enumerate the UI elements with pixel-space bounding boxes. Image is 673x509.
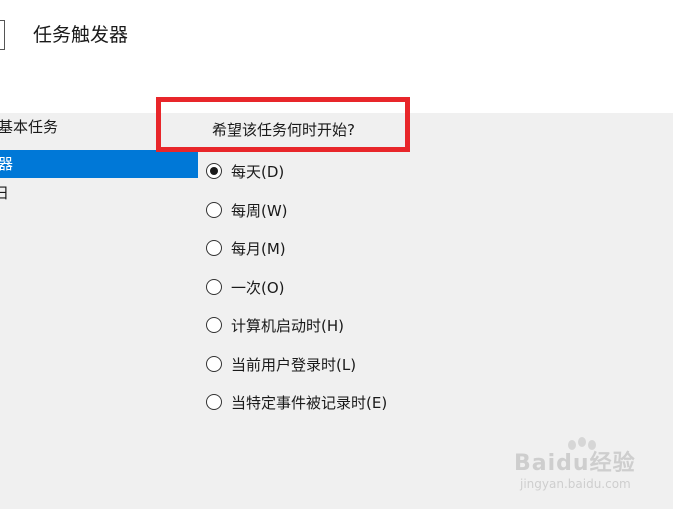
nav-item-label: 器 [0, 155, 14, 173]
radio-button[interactable] [206, 202, 222, 218]
radio-button[interactable] [206, 394, 222, 410]
radio-label: 一次(O) [231, 278, 285, 297]
radio-label: 每周(W) [231, 201, 288, 220]
radio-label: 当前用户登录时(L) [231, 355, 357, 374]
app-icon [0, 20, 5, 50]
page-title: 任务触发器 [33, 24, 129, 46]
watermark: Baidu经验 jingyan.baidu.com [514, 437, 654, 497]
radio-weekly[interactable]: 每周(W) [206, 198, 288, 222]
radio-dot [210, 167, 218, 175]
radio-on-event[interactable]: 当特定事件被记录时(E) [206, 390, 387, 414]
nav-item-label: 日 [0, 184, 10, 202]
radio-label: 当特定事件被记录时(E) [231, 393, 388, 412]
radio-on-startup[interactable]: 计算机启动时(H) [206, 313, 344, 337]
radio-once[interactable]: 一次(O) [206, 275, 285, 299]
radio-on-logon[interactable]: 当前用户登录时(L) [206, 352, 356, 376]
radio-button[interactable] [206, 317, 222, 333]
watermark-url: jingyan.baidu.com [520, 477, 631, 491]
radio-monthly[interactable]: 每月(M) [206, 236, 286, 260]
nav-item-trigger[interactable]: 器 [0, 150, 198, 178]
radio-button[interactable] [206, 356, 222, 372]
annotation-highlight-box [156, 97, 410, 152]
wizard-step-list: 基本任务 器 日 [0, 113, 198, 509]
nav-item-label: 基本任务 [0, 118, 59, 136]
radio-button[interactable] [206, 279, 222, 295]
radio-button[interactable] [206, 240, 222, 256]
watermark-brand: Baidu经验 [514, 451, 636, 476]
radio-label: 每天(D) [231, 162, 285, 181]
radio-label: 计算机启动时(H) [231, 316, 344, 335]
radio-daily[interactable]: 每天(D) [206, 159, 284, 183]
radio-button-checked[interactable] [206, 163, 222, 179]
nav-item-daily[interactable]: 日 [0, 179, 198, 207]
radio-label: 每月(M) [231, 239, 286, 258]
